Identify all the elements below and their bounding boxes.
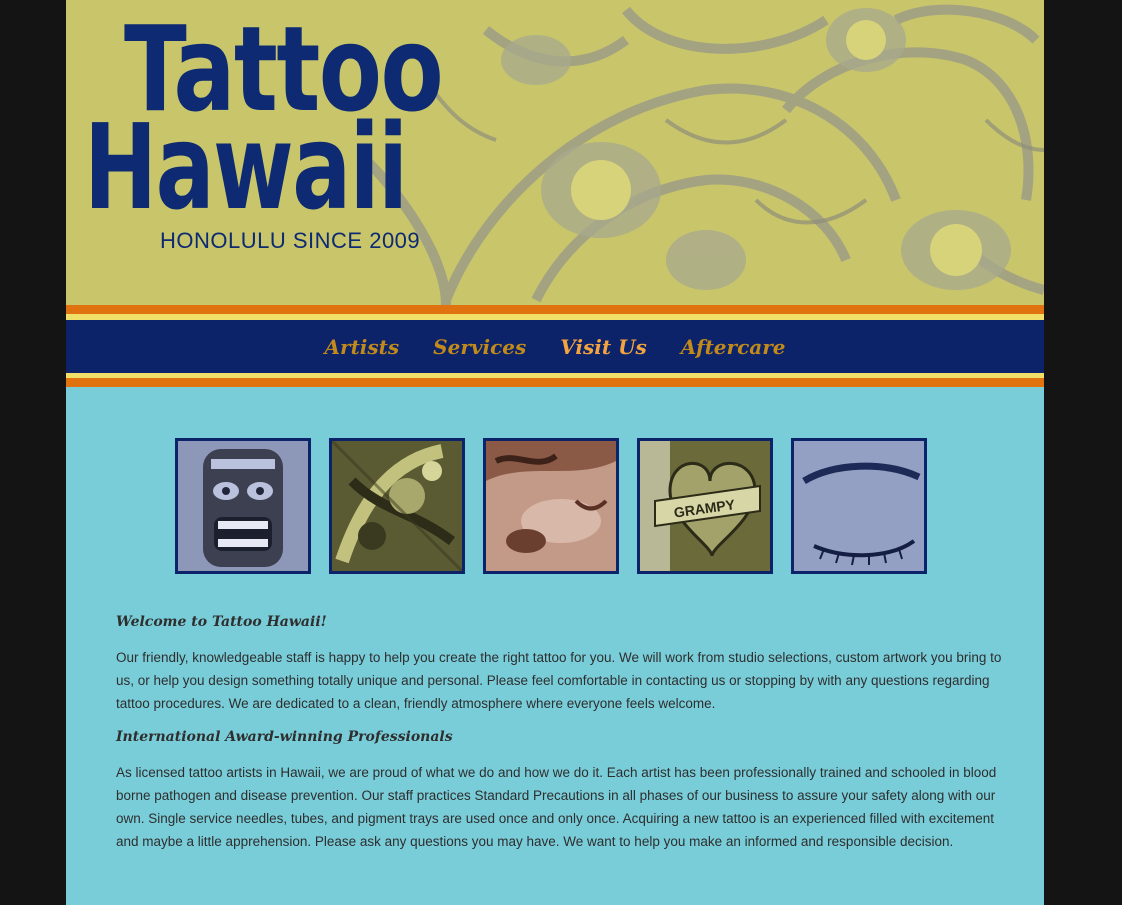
thumbnail-eyeliner[interactable] — [791, 438, 927, 574]
tiki-mask-tattoo-icon — [178, 441, 308, 571]
thumbnail-grampy[interactable]: GRAMPY — [637, 438, 773, 574]
professionals-heading: International Award-winning Professional… — [116, 729, 453, 745]
koi-fish-tattoo-icon — [486, 441, 616, 571]
orange-stripe-bottom — [66, 378, 1044, 387]
logo-tagline: HONOLULU SINCE 2009 — [160, 228, 421, 253]
nav-artists[interactable]: Artists — [325, 335, 400, 359]
welcome-paragraph: Our friendly, knowledgeable staff is hap… — [116, 650, 1002, 711]
welcome-heading: Welcome to Tattoo Hawaii! — [116, 614, 327, 630]
eyeliner-cosmetic-tattoo-icon — [794, 441, 924, 571]
page: Tattoo Hawaii HONOLULU SINCE 2009 Artist… — [66, 0, 1044, 905]
logo-title-line2: Hawaii — [84, 98, 408, 236]
thumbnail-tiki[interactable] — [175, 438, 311, 574]
grampy-heart-banner-tattoo-icon: GRAMPY — [640, 441, 770, 571]
orange-stripe-top — [66, 305, 1044, 314]
professionals-paragraph: As licensed tattoo artists in Hawaii, we… — [116, 765, 997, 849]
dragon-tattoo-icon — [332, 441, 462, 571]
nav-aftercare[interactable]: Aftercare — [681, 335, 786, 359]
nav-visit-us[interactable]: Visit Us — [560, 335, 647, 359]
main-content: Welcome to Tattoo Hawaii! Our friendly, … — [116, 614, 1006, 867]
thumbnail-dragon[interactable] — [329, 438, 465, 574]
header-banner: Tattoo Hawaii HONOLULU SINCE 2009 — [66, 0, 1044, 305]
main-nav: Artists Services Visit Us Aftercare — [66, 320, 1044, 373]
thumbnail-gallery: GRAMPY — [175, 438, 927, 574]
thumbnail-koi[interactable] — [483, 438, 619, 574]
nav-services[interactable]: Services — [433, 335, 526, 359]
